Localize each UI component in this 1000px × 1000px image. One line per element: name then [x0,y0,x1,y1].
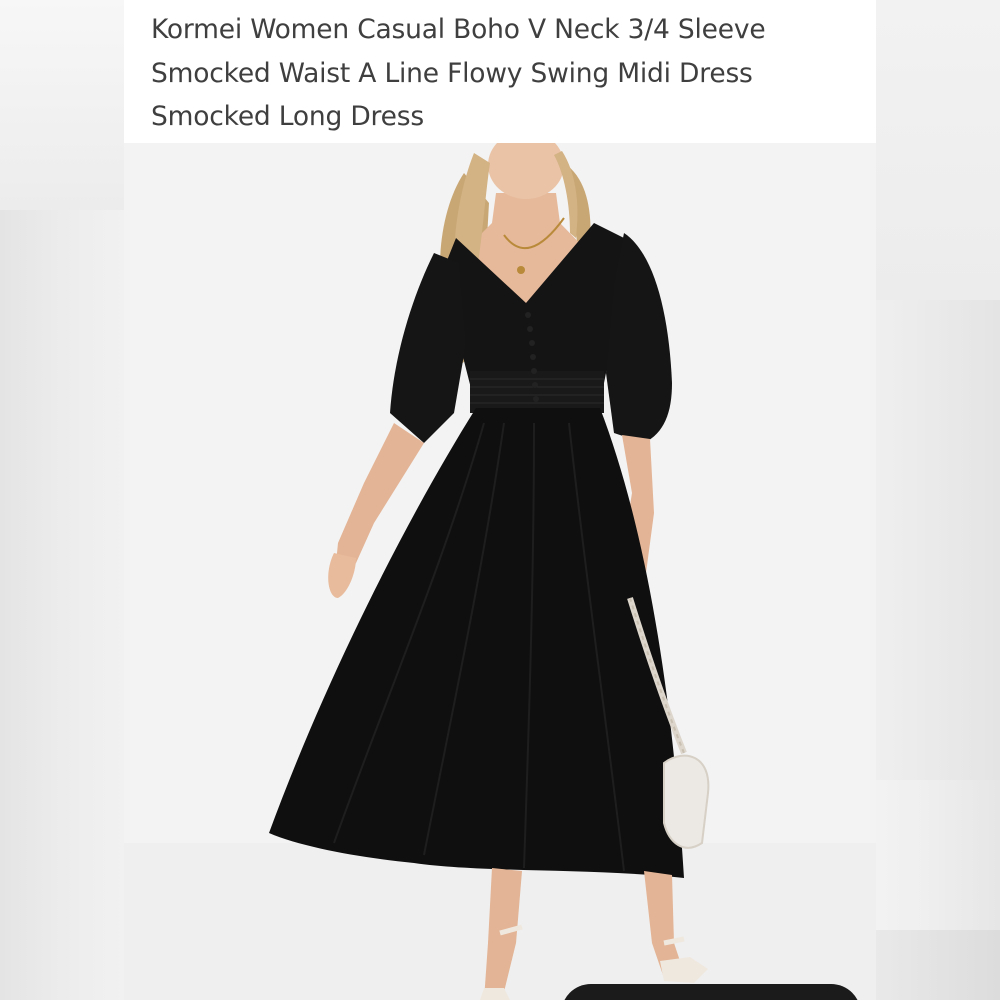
product-title-line-3: Smocked Long Dress [151,101,424,132]
screen: Kormei Women Casual Boho V Neck 3/4 Slee… [0,0,1000,1000]
product-title: Kormei Women Casual Boho V Neck 3/4 Slee… [151,8,851,139]
product-title-line-2: Smocked Waist A Line Flowy Swing Midi Dr… [151,57,753,89]
blurred-left-edge [0,0,124,1000]
product-title-line-1: Kormei Women Casual Boho V Neck 3/4 Slee… [151,14,766,45]
product-card: Kormei Women Casual Boho V Neck 3/4 Slee… [124,0,876,1000]
product-photo[interactable] [124,143,876,1000]
floating-action-bar[interactable] [561,984,861,1000]
blurred-right-edge [876,0,1000,1000]
